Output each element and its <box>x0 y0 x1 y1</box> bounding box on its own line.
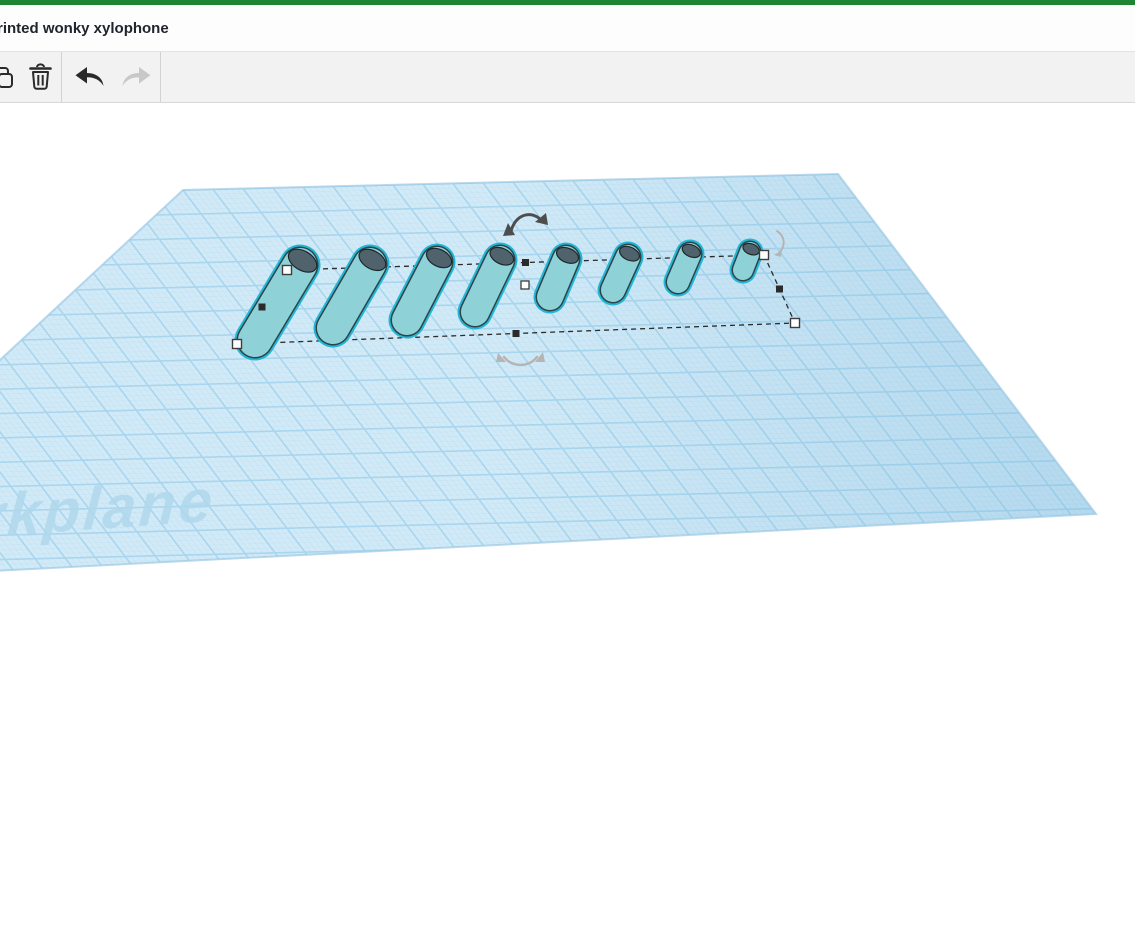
trash-icon <box>29 63 52 91</box>
scale-handle[interactable] <box>283 266 292 275</box>
design-title: rinted wonky xylophone <box>0 20 169 37</box>
duplicate-button[interactable] <box>0 52 16 102</box>
undo-button[interactable] <box>70 52 110 102</box>
edge-handle[interactable] <box>522 259 529 266</box>
3d-scene: Workplane <box>0 103 1135 949</box>
toolbar <box>0 52 1135 103</box>
redo-icon <box>119 64 153 90</box>
undo-icon <box>73 64 107 90</box>
scale-handle[interactable] <box>233 340 242 349</box>
toolbar-separator <box>61 52 62 102</box>
duplicate-icon <box>0 65 14 89</box>
redo-button[interactable] <box>116 52 156 102</box>
edge-handle[interactable] <box>259 304 266 311</box>
scale-handle[interactable] <box>760 251 769 260</box>
edge-handle[interactable] <box>776 286 783 293</box>
edge-handle[interactable] <box>513 330 520 337</box>
toolbar-separator <box>160 52 161 102</box>
scale-handle[interactable] <box>791 319 800 328</box>
height-handle[interactable] <box>521 281 529 289</box>
viewport-canvas[interactable]: Workplane <box>0 103 1135 949</box>
delete-button[interactable] <box>24 52 56 102</box>
header-bar: rinted wonky xylophone <box>0 5 1135 52</box>
xylophone-bar[interactable] <box>741 241 761 270</box>
